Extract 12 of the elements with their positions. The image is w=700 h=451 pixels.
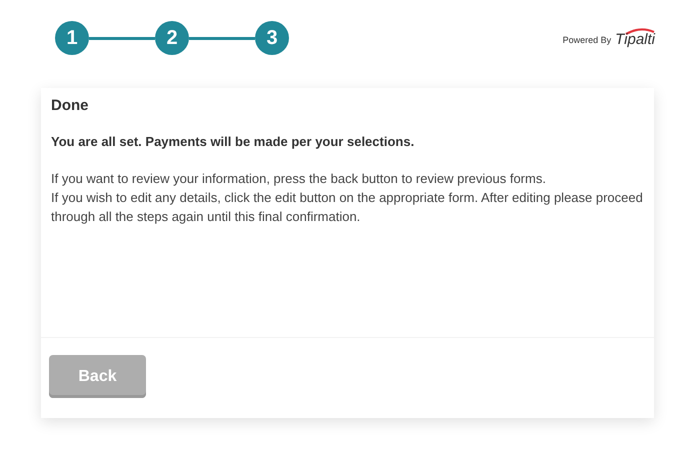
- step-connector: [89, 36, 155, 40]
- headline-text: You are all set. Payments will be made per your selections.: [51, 134, 416, 149]
- card-title: Done: [51, 97, 90, 114]
- step-circle: 2: [155, 21, 189, 55]
- paragraph-text: If you want to review your information, press the back button to review previous forms.: [51, 170, 547, 188]
- step-connector: [189, 36, 255, 40]
- paragraph-text: If you wish to edit any details, click the edit button on the appropriate form. After editing please proceed through all the steps again until this final confirmation.: [51, 189, 644, 226]
- logo-text: Tipalti: [615, 32, 655, 48]
- powered-by-text: Powered By: [562, 35, 612, 45]
- step-circle: 3: [255, 21, 289, 55]
- swoosh-icon: [625, 28, 655, 35]
- step-circle: 1: [55, 21, 89, 55]
